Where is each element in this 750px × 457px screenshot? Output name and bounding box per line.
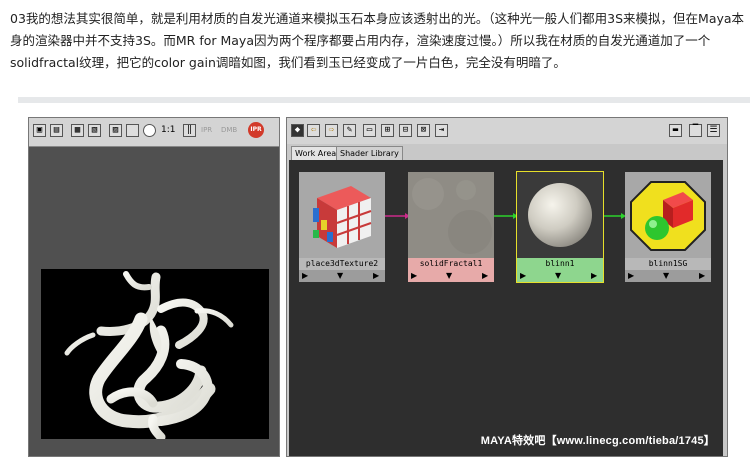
top-tabs-icon[interactable]: ▔ (689, 124, 702, 137)
node-port-bar: ▶ ▼ ▶ (625, 270, 711, 282)
solid-fractal-swatch (408, 172, 494, 258)
input-port-icon[interactable]: ▶ (411, 270, 417, 282)
zoom-label[interactable]: 1:1 (161, 124, 175, 137)
graph-icon[interactable]: ◆ (291, 124, 304, 137)
alpha-channel-icon[interactable] (143, 124, 156, 137)
input-port-icon[interactable]: ▶ (628, 270, 634, 282)
node-swatch (517, 172, 603, 258)
node-label: solidFractal1 (408, 258, 494, 270)
node-port-bar: ▶ ▼ ▶ (517, 270, 603, 282)
tab-work-area[interactable]: Work Area (291, 146, 341, 160)
clear-graph-icon[interactable]: ⇥ (435, 124, 448, 137)
back-arrow-icon[interactable]: ⇦ (307, 124, 320, 137)
input-port-icon[interactable]: ▶ (520, 270, 526, 282)
watermark: MAYA特效吧【www.linecg.com/tieba/1745】 (480, 435, 715, 447)
maya-screenshot: ▣ ▤ ▦ ▧ ▨ 1:1 ‖ IPR DMB IPR ◆ ⇦ ⇨ ✎ ▭ ⊞ … (18, 103, 750, 457)
output-port-icon[interactable]: ▶ (591, 270, 597, 282)
node-swatch (625, 172, 711, 258)
work-area: place3dTexture2 ▶ ▼ ▶ solidFractal1 ▶ ▼ … (289, 160, 723, 456)
graph-upstream-icon[interactable]: ⊞ (381, 124, 394, 137)
hypershade-panel: ◆ ⇦ ⇨ ✎ ▭ ⊞ ⊟ ⊠ ⇥ ▬ ▔ ☰ Work Area Shader… (286, 117, 728, 457)
render-view-toolbar: ▣ ▤ ▦ ▧ ▨ 1:1 ‖ IPR DMB IPR (29, 118, 279, 147)
output-port-icon[interactable]: ▶ (482, 270, 488, 282)
node-label: blinn1 (517, 258, 603, 270)
remove-image-icon[interactable]: ▨ (109, 124, 122, 137)
place3d-texture-icon (313, 186, 372, 248)
ipr-label[interactable]: IPR (201, 124, 212, 137)
graph-downstream-icon[interactable]: ⊠ (417, 124, 430, 137)
output-port-icon[interactable]: ▶ (699, 270, 705, 282)
node-place3dtexture2[interactable]: place3dTexture2 ▶ ▼ ▶ (299, 172, 385, 282)
output-port-icon[interactable]: ▶ (373, 270, 379, 282)
node-swatch (299, 172, 385, 258)
jade-sculpture-render (64, 271, 234, 442)
node-port-bar: ▶ ▼ ▶ (408, 270, 494, 282)
layout-icon[interactable]: ▭ (363, 124, 376, 137)
node-swatch (408, 172, 494, 258)
expand-icon[interactable]: ▼ (337, 270, 343, 282)
node-label: blinn1SG (625, 258, 711, 270)
snapshot-icon[interactable]: ▦ (71, 124, 84, 137)
node-port-bar: ▶ ▼ ▶ (299, 270, 385, 282)
blinn-sphere-swatch (517, 172, 603, 258)
expand-icon[interactable]: ▼ (446, 270, 452, 282)
rerender-region-icon[interactable]: ▤ (50, 124, 63, 137)
render-view-panel: ▣ ▤ ▦ ▧ ▨ 1:1 ‖ IPR DMB IPR (28, 117, 280, 457)
node-blinn1[interactable]: blinn1 ▶ ▼ ▶ (516, 171, 604, 283)
node-label: place3dTexture2 (299, 258, 385, 270)
ipr-badge[interactable]: IPR (248, 122, 264, 138)
pause-icon[interactable]: ‖ (183, 124, 196, 137)
dmb-label[interactable]: DMB (221, 124, 237, 137)
erase-icon[interactable]: ✎ (343, 124, 356, 137)
keep-image-icon[interactable]: ▧ (88, 124, 101, 137)
graph-both-icon[interactable]: ⊟ (399, 124, 412, 137)
shading-group-icon (630, 181, 706, 251)
article-text: 03我的想法其实很简单，就是利用材质的自发光通道来模拟玉石本身应该透射出的光。（… (10, 11, 745, 70)
node-solidfractal1[interactable]: solidFractal1 ▶ ▼ ▶ (408, 172, 494, 282)
view-mode-icon[interactable]: ▬ (669, 124, 682, 137)
tab-shader-library[interactable]: Shader Library (336, 146, 403, 160)
forward-arrow-icon[interactable]: ⇨ (325, 124, 338, 137)
expand-icon[interactable]: ▼ (663, 270, 669, 282)
color-channel-icon[interactable] (126, 124, 139, 137)
node-blinn1sg[interactable]: blinn1SG ▶ ▼ ▶ (625, 172, 711, 282)
input-port-icon[interactable]: ▶ (302, 270, 308, 282)
hypershade-tabs: Work Area Shader Library (287, 144, 727, 160)
expand-icon[interactable]: ▼ (555, 270, 561, 282)
hypershade-toolbar: ◆ ⇦ ⇨ ✎ ▭ ⊞ ⊟ ⊠ ⇥ ▬ ▔ ☰ (287, 118, 727, 145)
render-view-canvas (29, 147, 279, 456)
render-icon[interactable]: ▣ (33, 124, 46, 137)
bottom-tabs-icon[interactable]: ☰ (707, 124, 720, 137)
rendered-image (41, 269, 269, 442)
